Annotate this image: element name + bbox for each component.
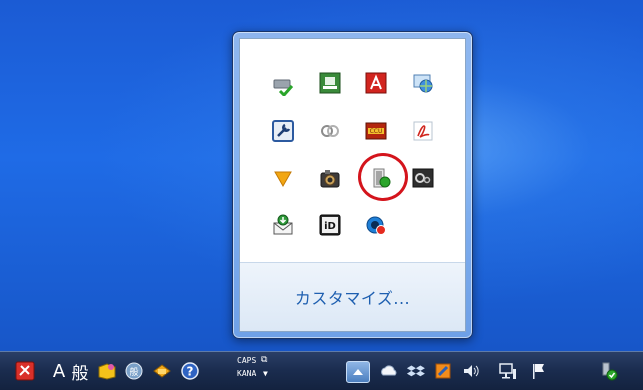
show-hidden-icons-button[interactable]: [346, 361, 370, 383]
mail-download-icon[interactable]: [271, 213, 295, 237]
chevron-down-icon: ▼: [263, 369, 268, 378]
ime-options-icon[interactable]: [151, 352, 173, 390]
flyout-panel: CCU iD カスタマイズ...: [239, 38, 466, 332]
safely-remove-hardware-icon[interactable]: [596, 352, 620, 390]
volume-icon[interactable]: [460, 352, 482, 390]
rings-icon[interactable]: [318, 119, 342, 143]
ime-caps-kana-status[interactable]: CAPS KANA ⧉ ▼: [237, 354, 281, 388]
drive-check-icon[interactable]: [271, 73, 295, 97]
id-icon[interactable]: iD: [318, 213, 342, 237]
flyout-footer: カスタマイズ...: [240, 262, 465, 331]
ime-input-mode[interactable]: A: [50, 352, 68, 390]
ccu-icon[interactable]: CCU: [364, 119, 388, 143]
tray-icon-grid: CCU iD: [240, 39, 465, 259]
blue-circle-alert-icon[interactable]: [364, 213, 388, 237]
customize-link[interactable]: カスタマイズ...: [295, 285, 410, 309]
svg-text:iD: iD: [324, 221, 336, 232]
caps-label: CAPS: [237, 356, 257, 365]
adobe-icon[interactable]: [364, 71, 388, 95]
help-icon[interactable]: ?: [178, 352, 202, 390]
ime-tools-icon[interactable]: 般: [123, 352, 145, 390]
svg-text:般: 般: [129, 366, 138, 378]
settings-tool-icon[interactable]: [432, 352, 454, 390]
svg-text:?: ?: [187, 365, 194, 379]
triangle-icon[interactable]: [271, 166, 295, 190]
ime-pad-icon[interactable]: [14, 352, 36, 390]
dark-gear-icon[interactable]: [411, 166, 435, 190]
kana-label: KANA: [237, 369, 257, 378]
network-icon[interactable]: [497, 352, 519, 390]
svg-text:CCU: CCU: [370, 128, 383, 135]
notification-overflow-flyout: CCU iD カスタマイズ...: [232, 31, 473, 339]
action-center-flag-icon[interactable]: [528, 352, 550, 390]
red-highlight-circle: [358, 153, 408, 201]
green-box-icon[interactable]: [318, 71, 342, 95]
acrobat-icon[interactable]: [411, 119, 435, 143]
cloud-icon[interactable]: [378, 352, 400, 390]
ime-dictionary-icon[interactable]: [96, 352, 118, 390]
camera-icon[interactable]: [318, 166, 342, 190]
network-globe-icon[interactable]: [411, 71, 435, 95]
wrench-icon[interactable]: [271, 119, 295, 143]
ime-conversion-mode[interactable]: 般: [70, 352, 90, 390]
dropbox-icon[interactable]: [405, 352, 427, 390]
restore-icon: ⧉: [261, 355, 268, 365]
taskbar: A 般 般 ? CAPS KANA ⧉ ▼: [0, 351, 643, 390]
